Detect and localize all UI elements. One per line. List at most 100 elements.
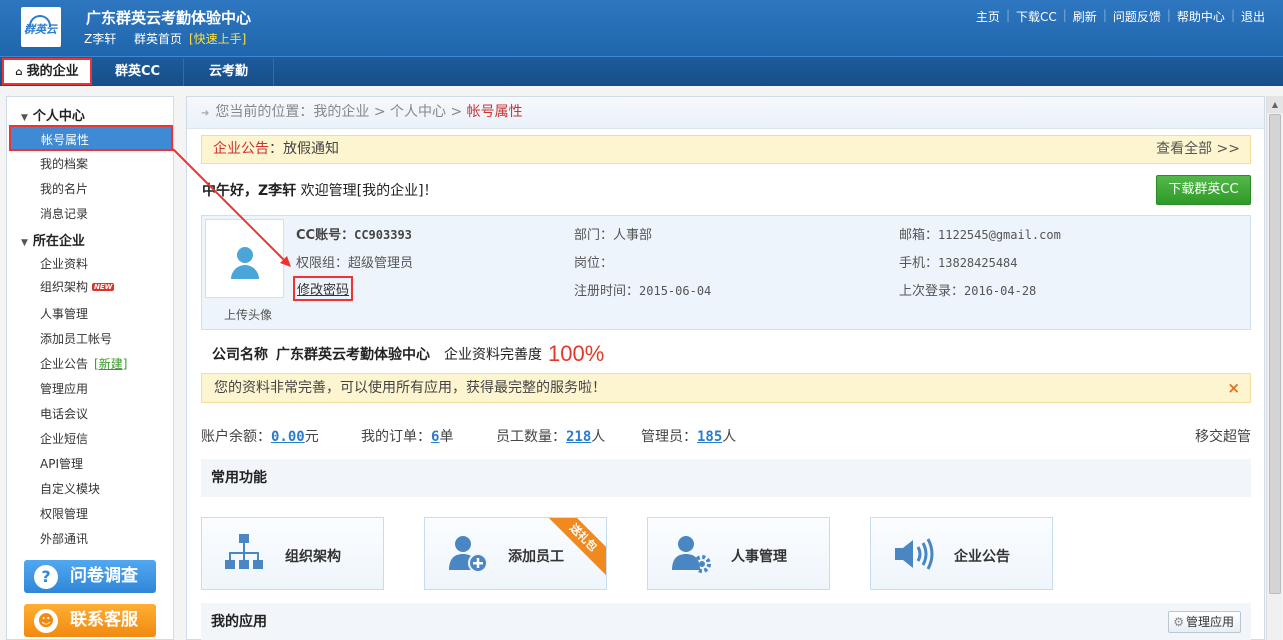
role-group: 权限组：超级管理员 — [296, 252, 413, 271]
field-label: 岗位： — [574, 256, 614, 271]
top-link-logout[interactable]: 退出 — [1235, 8, 1271, 25]
customer-service-button[interactable]: ☻ 联系客服 — [24, 604, 156, 637]
sidebar-section-personal[interactable]: ▼ 个人中心 — [21, 105, 85, 124]
stat-admins: 管理员：185人 — [641, 426, 736, 446]
main-content: ➜ 您当前的位置：我的企业 > 个人中心 > 帐号属性 企业公告 ：放假通知 查看全… — [186, 96, 1265, 640]
org-structure-card[interactable]: 组织架构 — [201, 517, 384, 590]
top-link-home[interactable]: 主页 — [970, 8, 1006, 25]
user-settings-icon — [672, 536, 711, 573]
scroll-up-arrow-icon[interactable]: ▲ — [1267, 96, 1283, 113]
field-label: 权限组： — [296, 256, 349, 271]
breadcrumb-arrow-icon: ➜ — [201, 108, 210, 119]
sidebar-item-hr[interactable]: 人事管理 — [40, 305, 88, 322]
section-title: 我的应用 — [211, 614, 267, 630]
breadcrumb-separator: > — [373, 104, 386, 120]
breadcrumb-personal-center[interactable]: 个人中心 — [390, 104, 446, 120]
manage-apps-button[interactable]: ⚙ 管理应用 — [1168, 611, 1241, 633]
section-label: 所在企业 — [32, 234, 85, 249]
sidebar-item-messages[interactable]: 消息记录 — [40, 205, 88, 222]
transfer-admin-link[interactable]: 移交超管 — [1195, 426, 1251, 446]
stat-label: 账户余额： — [201, 429, 271, 445]
company-name-label: 公司名称 — [212, 347, 268, 363]
add-user-icon — [449, 536, 488, 573]
breadcrumb-current: 帐号属性 — [466, 104, 523, 120]
tab-qunying-cc[interactable]: 群英CC — [92, 58, 184, 86]
top-link-download-cc[interactable]: 下载CC — [1010, 8, 1063, 25]
admins-link[interactable]: 185 — [697, 429, 722, 445]
scroll-thumb[interactable] — [1269, 114, 1281, 594]
org-chart-icon — [225, 534, 263, 569]
sidebar-item-api[interactable]: API管理 — [40, 455, 83, 472]
sidebar-item-org-structure[interactable]: 组织架构 NEW — [40, 278, 115, 295]
main-nav: ⌂ 我的企业 群英CC 云考勤 — [0, 56, 1283, 86]
gear-icon: ⚙ — [1173, 615, 1184, 629]
stat-orders: 我的订单：6单 — [361, 426, 453, 446]
sidebar-item-my-profile[interactable]: 我的档案 — [40, 155, 88, 172]
cc-account: CC账号：CC903393 — [296, 224, 412, 243]
avatar-body-shape — [231, 265, 259, 279]
field-label: CC账号： — [296, 228, 355, 243]
support-agent-icon: ☻ — [34, 609, 58, 633]
sidebar-item-account-properties[interactable]: 帐号属性 — [9, 125, 173, 151]
speaker-icon — [895, 538, 934, 570]
sidebar-item-sms[interactable]: 企业短信 — [40, 430, 88, 447]
sidebar-item-announcements[interactable]: 企业公告 [新建] — [40, 355, 127, 372]
greeting: 中午好，Z李轩 欢迎管理[我的企业]！ — [202, 180, 438, 200]
tab-cloud-attendance[interactable]: 云考勤 — [184, 58, 274, 86]
breadcrumb-my-enterprise[interactable]: 我的企业 — [313, 104, 369, 120]
upload-avatar-link[interactable]: 上传头像 — [224, 306, 272, 323]
sidebar-item-manage-apps[interactable]: 管理应用 — [40, 380, 88, 397]
company-name: 广东群英云考勤体验中心 — [276, 347, 430, 363]
top-link-help[interactable]: 帮助中心 — [1171, 8, 1231, 25]
section-label: 个人中心 — [32, 109, 85, 124]
hr-management-card[interactable]: 人事管理 — [647, 517, 830, 590]
sidebar-item-conference[interactable]: 电话会议 — [40, 405, 88, 422]
new-announcement-link[interactable]: [新建] — [94, 357, 127, 371]
my-apps-header: 我的应用 ⚙ 管理应用 — [201, 603, 1251, 640]
top-link-refresh[interactable]: 刷新 — [1067, 8, 1103, 25]
vertical-scrollbar[interactable]: ▲ — [1266, 96, 1283, 640]
view-all-link[interactable]: 查看全部 >> — [1156, 136, 1240, 163]
employees-link[interactable]: 218 — [566, 429, 591, 445]
announcement-colon: ： — [269, 141, 283, 157]
tab-my-enterprise[interactable]: ⌂ 我的企业 — [2, 58, 92, 85]
sidebar-item-custom-module[interactable]: 自定义模块 — [40, 480, 100, 497]
field-value: 1122545@gmail.com — [938, 228, 1061, 242]
survey-button[interactable]: ? 问卷调查 — [24, 560, 156, 593]
sidebar-item-permissions[interactable]: 权限管理 — [40, 505, 88, 522]
sidebar-section-company[interactable]: ▼ 所在企业 — [21, 230, 85, 249]
sidebar-item-company-info[interactable]: 企业资料 — [40, 255, 88, 272]
top-links: 主页 | 下载CC | 刷新 | 问题反馈 | 帮助中心 | 退出 — [970, 8, 1271, 25]
card-label: 企业公告 — [954, 549, 1010, 565]
button-label: 联系客服 — [70, 610, 138, 630]
company-logo[interactable]: 群英云 — [21, 7, 61, 47]
greeting-prefix: 中午好， — [202, 183, 258, 199]
sidebar-item-add-employee[interactable]: 添加员工帐号 — [40, 330, 112, 347]
top-link-feedback[interactable]: 问题反馈 — [1107, 8, 1167, 25]
button-label: 问卷调查 — [70, 566, 138, 586]
sidebar-item-external-comm[interactable]: 外部通讯 — [40, 530, 88, 547]
balance-link[interactable]: 0.00 — [271, 429, 305, 445]
stat-label: 员工数量： — [496, 429, 566, 445]
stat-balance: 账户余额：0.00元 — [201, 426, 319, 446]
home-link[interactable]: 群英首页 — [134, 30, 182, 47]
add-employee-card[interactable]: 添加员工 送礼包 — [424, 517, 607, 590]
position: 岗位： — [574, 252, 613, 271]
breadcrumb: ➜ 您当前的位置：我的企业 > 个人中心 > 帐号属性 — [187, 97, 1264, 129]
sidebar-item-my-card[interactable]: 我的名片 — [40, 180, 88, 197]
field-value: 2015-06-04 — [639, 284, 712, 298]
change-password-link[interactable]: 修改密码 — [293, 276, 354, 301]
stat-unit: 元 — [304, 429, 319, 445]
stat-label: 我的订单： — [361, 429, 431, 445]
announcement-text[interactable]: 放假通知 — [283, 141, 339, 157]
announcement-card[interactable]: 企业公告 — [870, 517, 1053, 590]
last-login: 上次登录：2016-04-28 — [899, 280, 1036, 299]
completeness-value: 100% — [548, 341, 605, 366]
close-icon[interactable]: × — [1227, 374, 1240, 402]
avatar[interactable] — [205, 219, 284, 298]
sidebar-item-label: 帐号属性 — [41, 133, 90, 147]
quick-start-link[interactable]: [快速上手] — [189, 30, 246, 47]
download-cc-button[interactable]: 下载群英CC — [1156, 175, 1251, 205]
user-name: Z李轩 — [84, 32, 117, 46]
logo-text: 群英云 — [24, 23, 57, 36]
